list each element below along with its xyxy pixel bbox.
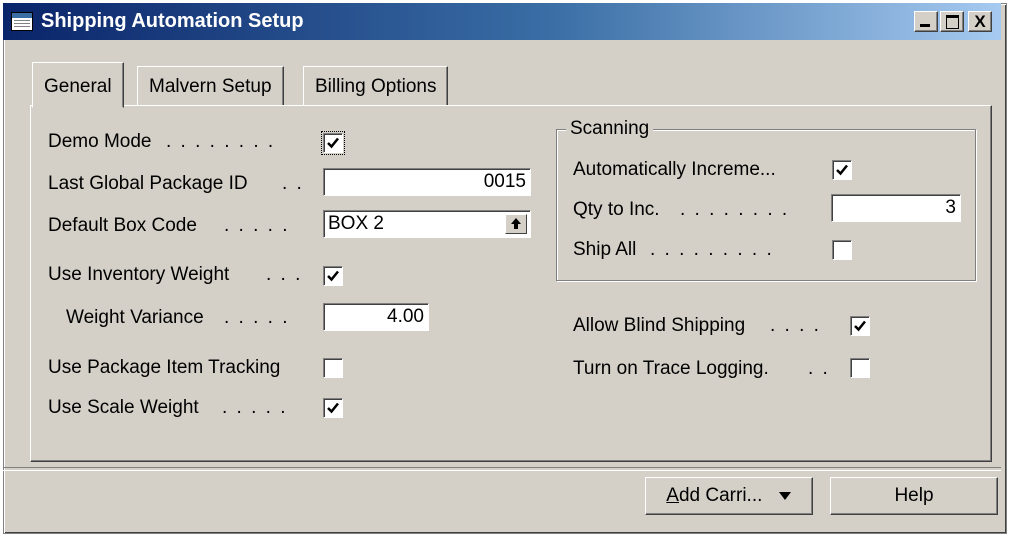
minimize-button[interactable]: [914, 11, 938, 32]
tab-malvern-setup[interactable]: Malvern Setup: [137, 66, 284, 106]
window-title: Shipping Automation Setup: [41, 10, 304, 32]
tab-general[interactable]: General: [32, 62, 124, 108]
tab-panel-general: [30, 105, 992, 462]
maximize-button[interactable]: [940, 11, 964, 32]
add-carrier-mnemonic: A: [666, 485, 679, 506]
minimize-icon: [920, 24, 930, 27]
tab-billing-options[interactable]: Billing Options: [303, 66, 449, 106]
add-carrier-label: dd Carri...: [678, 485, 763, 506]
scanning-group-title: Scanning: [566, 117, 654, 141]
form-icon: [11, 12, 33, 31]
title-bar[interactable]: Shipping Automation Setup X: [3, 3, 1001, 40]
maximize-icon: [946, 15, 959, 29]
dropdown-arrow-icon: [778, 491, 791, 500]
divider: [3, 467, 1001, 471]
help-button[interactable]: Help: [830, 477, 998, 515]
add-carrier-button[interactable]: Add Carri...: [645, 477, 813, 515]
close-button[interactable]: X: [968, 11, 992, 32]
close-icon: X: [974, 12, 986, 31]
